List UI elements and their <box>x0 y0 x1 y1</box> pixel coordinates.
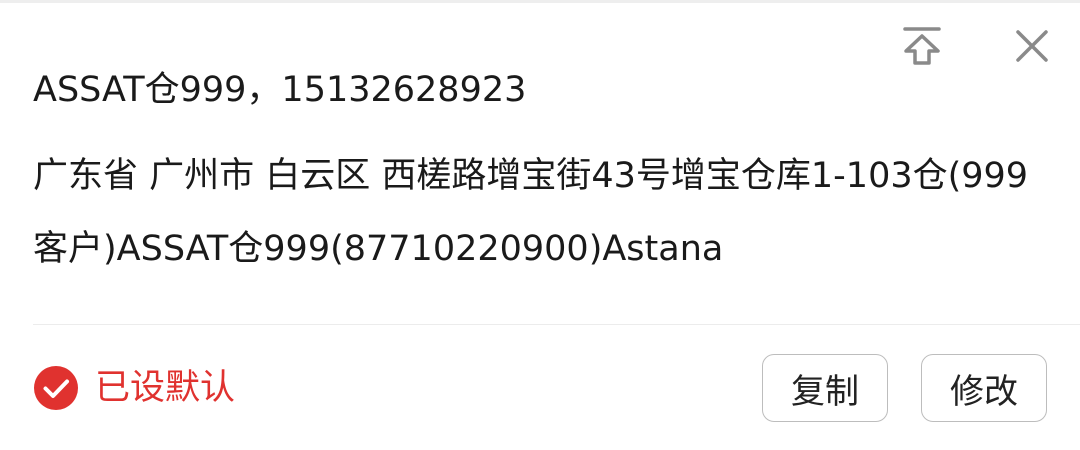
top-divider <box>0 0 1080 3</box>
close-button[interactable] <box>1008 22 1056 70</box>
check-circle-icon <box>34 366 78 410</box>
divider <box>33 324 1080 325</box>
address-text: 广东省 广州市 白云区 西槎路增宝街43号增宝仓库1-103仓(999客户)AS… <box>33 156 1029 269</box>
pin-to-top-button[interactable] <box>898 24 946 68</box>
contact-line: ASSAT仓999，15132628923 <box>33 70 527 110</box>
default-address-toggle[interactable]: 已设默认 <box>33 363 235 413</box>
copy-button[interactable]: 复制 <box>762 354 888 422</box>
close-icon <box>1016 30 1048 62</box>
address-card: ASSAT仓999，15132628923 广东省 广州市 白云区 西槎路增宝街… <box>0 0 1080 450</box>
edit-button[interactable]: 修改 <box>921 354 1047 422</box>
pin-to-top-icon <box>903 27 941 65</box>
default-address-label: 已设默认 <box>95 368 236 408</box>
